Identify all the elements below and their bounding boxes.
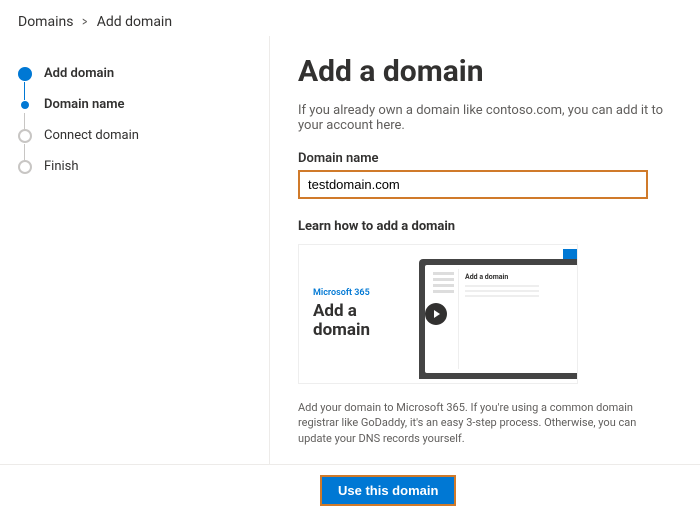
help-text: Add your domain to Microsoft 365. If you… [298,400,658,446]
play-icon [425,303,447,325]
step-connect-domain[interactable]: Connect domain [18,120,251,151]
breadcrumb-current: Add domain [97,14,172,30]
step-marker-empty-icon [18,160,32,174]
page-title: Add a domain [298,54,672,89]
domain-name-input[interactable] [298,170,648,199]
intro-text: If you already own a domain like contoso… [298,103,672,133]
chevron-right-icon: > [83,14,88,30]
video-brand: Microsoft 365 [313,288,405,298]
learn-header: Learn how to add a domain [298,219,672,234]
video-title: Add a domain [313,302,405,339]
step-add-domain[interactable]: Add domain [18,58,251,89]
step-label: Domain name [44,97,125,112]
step-label: Connect domain [44,128,139,143]
step-marker-current-icon [21,101,29,109]
tutorial-video-thumbnail[interactable]: Microsoft 365 Add a domain Add a domain [298,244,578,384]
domain-name-label: Domain name [298,151,672,166]
step-label: Add domain [44,66,114,81]
step-marker-empty-icon [18,129,32,143]
footer: Use this domain [0,464,700,516]
step-domain-name[interactable]: Domain name [18,89,251,120]
step-label: Finish [44,159,79,174]
step-finish[interactable]: Finish [18,151,251,182]
wizard-steps: Add domain Domain name Connect domain Fi… [0,36,270,464]
video-mini-title: Add a domain [465,273,571,281]
step-marker-filled-icon [18,67,32,81]
use-this-domain-button[interactable]: Use this domain [320,475,456,506]
breadcrumb: Domains > Add domain [0,0,700,36]
breadcrumb-root[interactable]: Domains [18,14,73,30]
main-panel: Add a domain If you already own a domain… [270,36,700,464]
